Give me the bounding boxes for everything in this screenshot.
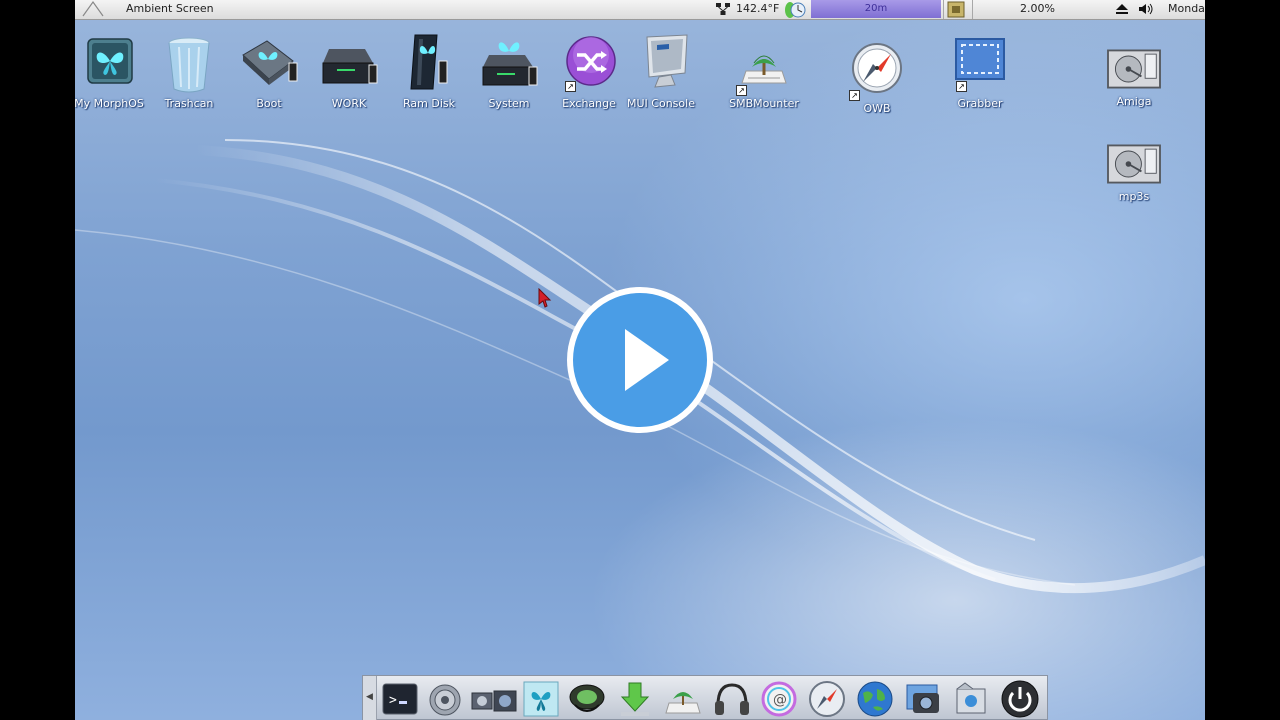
eject-icon[interactable] xyxy=(1115,3,1129,15)
play-icon xyxy=(625,329,669,391)
link-badge-icon: ↗ xyxy=(849,90,860,101)
separator xyxy=(943,0,944,19)
amiga-drive-icon xyxy=(1107,49,1161,89)
dock-item-screenshot[interactable] xyxy=(951,679,991,719)
memory-meter: 20m xyxy=(811,0,941,18)
desktop-icon-mp3s[interactable]: mp3s xyxy=(1094,138,1174,203)
multimedia-icon xyxy=(471,690,517,712)
desktop-icon-exchange[interactable]: ↗ Exchange xyxy=(549,33,629,110)
desktop-icon-label: Exchange xyxy=(562,97,616,110)
desktop-icon-smbmounter[interactable]: ↗ SMBMounter xyxy=(724,33,804,110)
desktop-icon-ram-disk[interactable]: Ram Disk xyxy=(389,33,469,110)
desktop-icon-mui-console[interactable]: MUI Console xyxy=(621,33,701,110)
sound-icon xyxy=(569,684,605,712)
power-icon xyxy=(1001,680,1039,718)
morphos-icon xyxy=(523,681,559,717)
day-readout: Monday xyxy=(1168,2,1205,15)
dock-item-headphones[interactable] xyxy=(712,679,752,719)
download-icon xyxy=(620,682,650,716)
clock-icon[interactable] xyxy=(781,0,809,19)
mouse-pointer-icon xyxy=(538,288,552,308)
desktop-icon-label: mp3s xyxy=(1118,190,1150,203)
dock-item-shell[interactable]: > xyxy=(380,679,420,719)
mui-console-icon xyxy=(646,34,688,88)
desktop-icon-label: SMBMounter xyxy=(729,97,799,110)
link-badge-icon: ↗ xyxy=(956,81,967,92)
desktop-icon-label: System xyxy=(488,97,530,110)
screenshot-icon xyxy=(956,682,986,714)
screen-title: Ambient Screen xyxy=(126,2,214,15)
svg-text:@: @ xyxy=(773,692,787,708)
photo-icon xyxy=(906,684,939,713)
dock-item-download[interactable] xyxy=(615,679,655,719)
desktop-icon-grabber[interactable]: ↗ Grabber xyxy=(940,33,1020,110)
cpu-icon[interactable] xyxy=(947,1,965,18)
play-button[interactable] xyxy=(567,287,713,433)
chevron-left-icon: ◀ xyxy=(366,692,373,702)
dock-bar: ◀ > @ xyxy=(362,675,1048,720)
desktop-icon-owb[interactable]: ↗ OWB xyxy=(837,38,917,115)
desktop-icon-label: Amiga xyxy=(1116,95,1152,108)
link-badge-icon: ↗ xyxy=(736,85,747,96)
dock-item-power[interactable] xyxy=(1000,679,1040,719)
shell-icon: > xyxy=(382,683,418,715)
dock-item-globe[interactable] xyxy=(855,679,895,719)
desktop-icon-label: WORK xyxy=(331,97,367,110)
cpu-usage-readout: 2.00% xyxy=(1020,2,1055,15)
dock-item-morphos[interactable] xyxy=(521,679,561,719)
globe-icon xyxy=(857,681,893,717)
desktop-icon-boot[interactable]: Boot xyxy=(229,33,309,110)
trashcan-icon xyxy=(168,37,210,93)
volume-icon[interactable] xyxy=(1138,3,1154,15)
dock-item-photo[interactable] xyxy=(903,679,943,719)
top-menu-bar: Ambient Screen 142.4°F 20m 2.00% Monday xyxy=(75,0,1205,20)
mp3s-drive-icon xyxy=(1107,144,1161,184)
desktop-icon-label: Trashcan xyxy=(164,97,214,110)
letterbox-left xyxy=(0,0,75,720)
desktop-icon-label: Boot xyxy=(256,97,282,110)
letterbox-right xyxy=(1205,0,1280,720)
work-drive-icon xyxy=(322,49,378,84)
temperature-readout: 142.4°F xyxy=(736,2,780,15)
dock-item-settings[interactable] xyxy=(425,679,465,719)
dock-item-mail[interactable]: @ xyxy=(759,679,799,719)
desktop-icon-work[interactable]: WORK xyxy=(309,33,389,110)
my-morphos-icon xyxy=(87,38,133,84)
network-share-icon xyxy=(665,692,701,714)
link-badge-icon: ↗ xyxy=(565,81,576,92)
desktop-icon-label: Grabber xyxy=(957,97,1003,110)
morphos-logo-icon[interactable] xyxy=(79,0,109,18)
dock-item-browser[interactable] xyxy=(807,679,847,719)
headphones-icon xyxy=(715,683,749,715)
boot-drive-icon xyxy=(242,40,298,85)
mail-icon: @ xyxy=(761,681,797,717)
desktop-icon-label: OWB xyxy=(863,102,891,115)
dock-item-sound[interactable] xyxy=(567,679,607,719)
desktop-icon-my-morphos[interactable]: My MorphOS xyxy=(75,33,149,110)
desktop-icon-amiga[interactable]: Amiga xyxy=(1094,43,1174,108)
browser-compass-icon xyxy=(809,681,845,717)
dock-item-network[interactable] xyxy=(663,679,703,719)
desktop-icon-label: MUI Console xyxy=(627,97,695,110)
dock-item-multimedia[interactable] xyxy=(470,679,518,719)
desktop-icon-system[interactable]: System xyxy=(469,33,549,110)
ram-disk-icon xyxy=(410,34,448,90)
network-icon[interactable] xyxy=(716,3,730,15)
memory-meter-label: 20m xyxy=(864,3,888,14)
dock-handle[interactable]: ◀ xyxy=(363,676,377,720)
separator xyxy=(972,0,973,19)
desktop-icon-label: My MorphOS xyxy=(75,97,144,110)
desktop[interactable]: Ambient Screen 142.4°F 20m 2.00% Monday xyxy=(75,0,1205,720)
desktop-icon-trashcan[interactable]: Trashcan xyxy=(149,33,229,110)
system-drive-icon xyxy=(482,42,538,86)
settings-gear-icon xyxy=(429,684,461,716)
desktop-icon-label: Ram Disk xyxy=(403,97,455,110)
svg-text:>: > xyxy=(389,693,397,708)
